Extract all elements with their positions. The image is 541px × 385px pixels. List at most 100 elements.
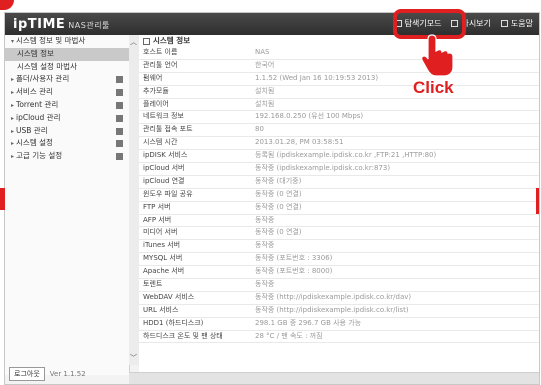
settings-icon	[116, 140, 123, 148]
torrent-icon	[116, 101, 123, 109]
row-value: 동작중 (http://ipdiskexample.ipdisk.co.kr/d…	[255, 292, 412, 301]
row-value: 등록됨 (ipdiskexample.ipdisk.co.kr ,FTP:21 …	[255, 151, 437, 160]
help-label: 도움말	[510, 19, 533, 28]
table-row: 시스템 시간 2013.01.28, PM 03:58:51	[139, 137, 539, 151]
row-key: 추가모듈	[143, 86, 169, 95]
sidebar-item-service[interactable]: ▸ 서비스 관리	[5, 86, 129, 99]
row-value: 2013.01.28, PM 03:58:51	[255, 138, 344, 147]
row-key: FTP 서버	[143, 202, 171, 211]
table-row: 미디어 서버 동작중 (0 연결)	[139, 227, 539, 241]
row-key: 시스템 시간	[143, 138, 178, 147]
row-value: 설치됨	[255, 86, 275, 95]
sidebar-item-advanced[interactable]: ▸ 고급 기능 설정	[5, 150, 129, 163]
sidebar-item-label: 시스템 정보	[17, 48, 54, 58]
row-value: 80	[255, 125, 264, 134]
row-key: 관리툴 언어	[143, 60, 178, 69]
system-info-panel: 시스템 정보 호스트 이름 NAS 관리툴 언어 한국어펌웨어 1.1.52 (Wed …	[139, 35, 539, 375]
row-value: NAS	[255, 48, 270, 56]
row-value: 동작중 (포트번호 : 3306)	[255, 254, 333, 263]
cloud-icon	[116, 114, 123, 122]
chevron-right-icon: ▸	[11, 153, 15, 161]
click-annotation: Click	[413, 78, 454, 97]
scroll-up-icon[interactable]: ︿	[130, 37, 137, 47]
table-row: 윈도우 파일 공유 동작중 (0 연결)	[139, 189, 539, 202]
sidebar-item-label: ipCloud 관리	[16, 112, 61, 122]
info-icon	[143, 37, 150, 45]
version-text: Ver 1.1.52	[49, 370, 86, 378]
sidebar-item-system-settings[interactable]: ▸ 시스템 설정	[5, 137, 129, 150]
table-row: Apache 서버 동작중 (포트번호 : 8000)	[139, 266, 539, 280]
folder-icon	[116, 76, 123, 84]
sidebar: ▾ 시스템 정보 및 마법사 시스템 정보 시스템 설정 마법사 ▸ 폴더/사용자 …	[5, 35, 130, 381]
table-row: 호스트 이름 NAS	[139, 47, 539, 60]
logout-button[interactable]: 로그아웃	[9, 367, 45, 381]
sidebar-item-system-info-wizard[interactable]: ▾ 시스템 정보 및 마법사	[5, 35, 129, 48]
sidebar-item-folder-user[interactable]: ▸ 폴더/사용자 관리	[5, 73, 129, 86]
row-value: 동작중 (0 연결)	[255, 228, 302, 237]
row-key: MYSQL 서버	[143, 254, 183, 263]
sidebar-item-label: 서비스 관리	[16, 87, 53, 97]
sidebar-item-label: 시스템 정보 및 마법사	[16, 36, 86, 45]
table-row: URL 서비스 동작중 (http://ipdiskexample.ipdisk.…	[139, 305, 539, 318]
row-key: 호스트 이름	[143, 48, 178, 56]
nas-admin-window: ipTIME NAS관리툴 탐색기모드 다시보기 도움말 ▾ 시스템 정보 및 마법…	[4, 12, 540, 385]
sidebar-item-ipcloud[interactable]: ▸ ipCloud 관리	[5, 112, 129, 125]
table-row: 펌웨어 1.1.52 (Wed Jan 16 10:19:53 2013)	[139, 73, 539, 86]
table-row: WebDAV 서비스 동작중 (http://ipdiskexample.ipdi…	[139, 292, 539, 305]
section-title: 시스템 정보	[139, 35, 539, 47]
row-value: 동작중 (0 연결)	[255, 189, 302, 198]
section-title-text: 시스템 정보	[153, 36, 191, 45]
table-row: 토렌트 동작중	[139, 279, 539, 292]
sidebar-item-label: 시스템 설정 마법사	[17, 61, 77, 71]
table-row: iTunes 서버 동작중	[139, 240, 539, 254]
table-row: 플레이어 설치됨	[139, 99, 539, 112]
table-row: ipCloud 연결 동작중 (대기중)	[139, 176, 539, 189]
help-icon	[500, 20, 508, 27]
chevron-right-icon: ▸	[11, 76, 15, 84]
row-value: 298.1 GB 중 296.7 GB 사용 가능	[255, 318, 362, 327]
row-value: 설치됨	[255, 99, 275, 108]
sidebar-item-label: 고급 기능 설정	[16, 151, 63, 161]
row-value: 동작중 (대기중)	[255, 176, 302, 185]
sidebar-item-label: 시스템 설정	[16, 138, 53, 148]
scroll-down-icon[interactable]: ﹀	[130, 353, 137, 363]
advanced-icon	[116, 153, 123, 161]
row-value: 1.1.52 (Wed Jan 16 10:19:53 2013)	[255, 73, 379, 82]
row-key: 미디어 서버	[143, 228, 178, 237]
row-key: AFP 서버	[143, 215, 172, 224]
info-table: 호스트 이름 NAS 관리툴 언어 한국어펌웨어 1.1.52 (Wed Jan 16 …	[139, 47, 539, 344]
chevron-right-icon: ▸	[11, 101, 15, 109]
row-key: HDD1 (하드디스크)	[143, 318, 204, 327]
chevron-right-icon: ▸	[11, 89, 15, 97]
sidebar-item-torrent[interactable]: ▸ Torrent 관리	[5, 99, 129, 112]
row-value: 동작중 (ipdiskexample.ipdisk.co.kr:873)	[255, 164, 391, 173]
sidebar-item-label: Torrent 관리	[16, 99, 59, 109]
sidebar-item-system-info[interactable]: 시스템 정보	[5, 47, 129, 61]
row-key: 펌웨어	[143, 73, 163, 82]
service-icon	[116, 89, 123, 97]
chevron-right-icon: ▸	[11, 114, 15, 122]
row-value: 동작중 (포트번호 : 8000)	[255, 267, 333, 276]
sidebar-item-usb[interactable]: ▸ USB 관리	[5, 125, 129, 138]
row-value: 동작중	[255, 241, 275, 250]
usb-icon	[116, 127, 123, 135]
row-value: 한국어	[255, 60, 275, 69]
row-key: 네트워크 정보	[143, 112, 184, 121]
row-key: Apache 서버	[143, 267, 185, 276]
row-value: 192.168.0.250 (유선 100 Mbps)	[255, 112, 364, 121]
row-key: 하드디스크 온도 및 팬 상태	[143, 331, 223, 340]
row-key: 플레이어	[143, 99, 169, 108]
table-row: ipDISK 서비스 등록됨 (ipdiskexample.ipdisk.co.k…	[139, 150, 539, 164]
row-key: 윈도우 파일 공유	[143, 189, 193, 198]
row-key: ipCloud 연결	[143, 176, 185, 185]
table-row: ipCloud 서버 동작중 (ipdiskexample.ipdisk.co.k…	[139, 163, 539, 176]
row-key: 토렌트	[143, 280, 163, 289]
row-value: 동작중	[255, 215, 275, 224]
table-row: 관리툴 접속 포트 80	[139, 124, 539, 138]
help-button[interactable]: 도움말	[500, 18, 533, 29]
table-row: 추가모듈 설치됨	[139, 86, 539, 99]
table-row: 관리툴 언어 한국어	[139, 60, 539, 73]
sidebar-item-label: 폴더/사용자 관리	[16, 74, 70, 84]
sidebar-item-setup-wizard[interactable]: 시스템 설정 마법사	[5, 61, 129, 74]
row-key: iTunes 서버	[143, 241, 181, 250]
